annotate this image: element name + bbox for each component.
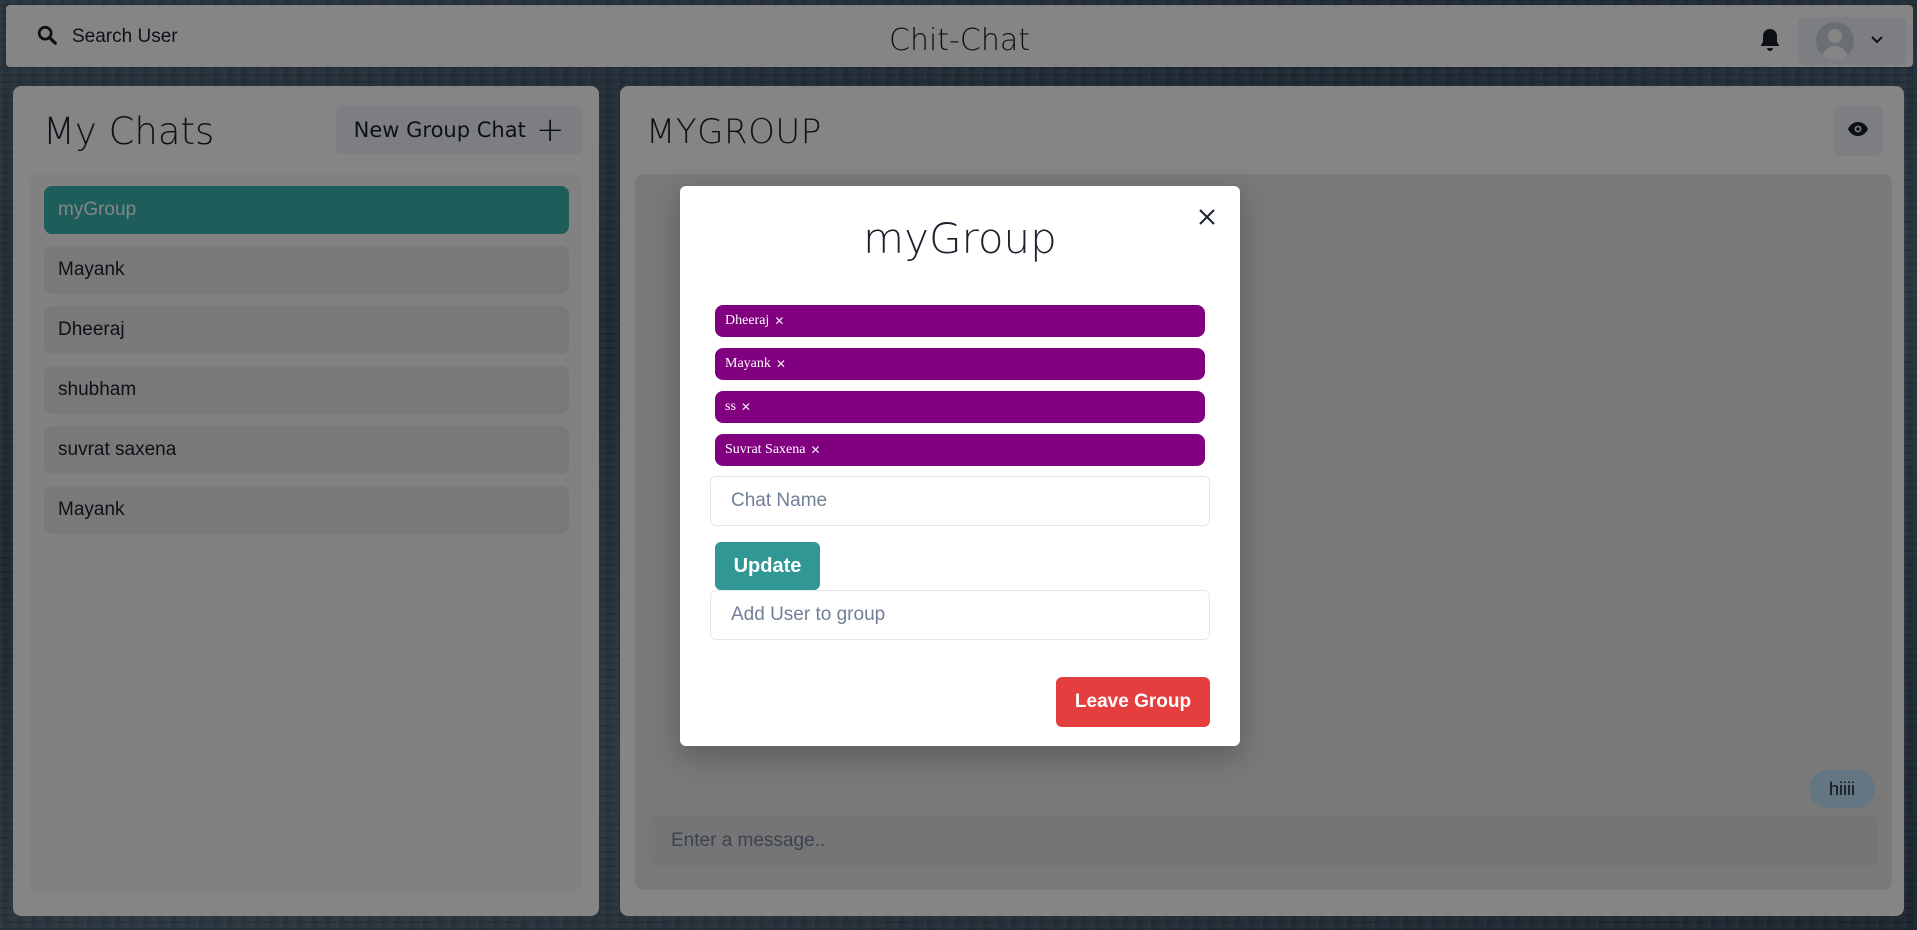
remove-member-icon[interactable]: ✕ — [741, 400, 751, 415]
member-name: ss — [725, 399, 736, 414]
remove-member-icon[interactable]: ✕ — [810, 443, 820, 458]
chat-name-input[interactable] — [710, 476, 1210, 526]
member-name: Mayank — [725, 356, 771, 371]
member-badge: Mayank ✕ — [715, 348, 1205, 380]
member-badge: Suvrat Saxena ✕ — [715, 434, 1205, 466]
member-name: Dheeraj — [725, 313, 770, 328]
leave-group-button[interactable]: Leave Group — [1056, 677, 1210, 727]
member-name: Suvrat Saxena — [725, 442, 806, 457]
add-user-input[interactable] — [710, 590, 1210, 640]
remove-member-icon[interactable]: ✕ — [776, 357, 786, 372]
modal-title: myGroup — [863, 214, 1057, 263]
member-badge: Dheeraj ✕ — [715, 305, 1205, 337]
group-settings-modal: myGroup Dheeraj ✕ Mayank ✕ ss ✕ Suvrat S… — [680, 186, 1240, 746]
member-badge: ss ✕ — [715, 391, 1205, 423]
close-icon — [1198, 208, 1216, 231]
close-button[interactable] — [1190, 202, 1224, 236]
update-button[interactable]: Update — [715, 542, 820, 590]
remove-member-icon[interactable]: ✕ — [774, 314, 784, 329]
